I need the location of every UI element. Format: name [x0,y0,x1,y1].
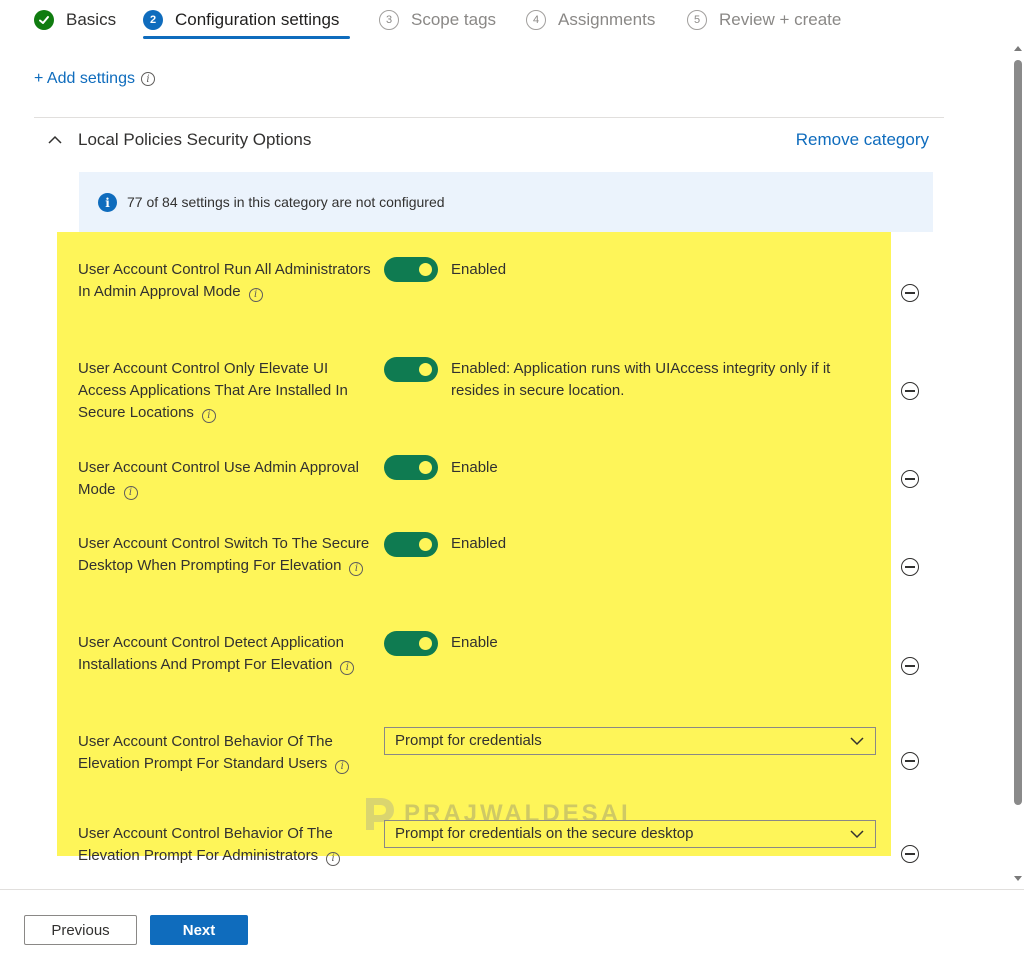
chevron-down-icon [850,830,864,839]
step-assignments[interactable]: 4 Assignments [526,7,655,33]
info-banner-text: 77 of 84 settings in this category are n… [127,194,445,210]
setting-label: User Account Control Run All Administrat… [78,261,371,302]
setting-toggle[interactable] [384,357,438,382]
step-label: Basics [66,10,117,29]
scroll-down-arrow-icon[interactable] [1013,875,1023,883]
remove-setting-icon[interactable] [901,752,919,770]
checkmark-icon [34,10,54,30]
info-icon[interactable]: i [140,72,155,86]
step-label: Configuration settings [175,10,340,29]
setting-label: User Account Control Switch To The Secur… [78,535,370,576]
remove-setting-icon[interactable] [901,845,919,863]
remove-setting-icon[interactable] [901,657,919,675]
step-number: 3 [379,10,399,30]
setting-toggle[interactable] [384,631,438,656]
setting-label: User Account Control Use Admin Approval … [78,459,359,500]
setting-label: User Account Control Only Elevate UI Acc… [78,360,348,423]
scroll-up-arrow-icon[interactable] [1013,44,1023,52]
setting-value: Enabled [451,261,507,278]
setting-value: Enable [451,634,498,651]
info-icon[interactable]: i [326,852,341,866]
setting-value: Enabled: Application runs with UIAccess … [451,360,831,399]
info-icon[interactable]: i [349,562,364,576]
info-icon[interactable]: i [340,661,355,675]
step-label: Review + create [719,10,842,29]
dropdown-value: Prompt for credentials on the secure des… [395,825,694,842]
next-button[interactable]: Next [150,915,248,945]
setting-toggle[interactable] [384,257,438,282]
step-label: Assignments [558,10,656,29]
remove-category-link[interactable]: Remove category [796,130,929,150]
step-number: 4 [526,10,546,30]
remove-setting-icon[interactable] [901,382,919,400]
setting-dropdown[interactable]: Prompt for credentials [384,727,876,755]
step-label: Scope tags [411,10,497,29]
setting-toggle[interactable] [384,455,438,480]
setting-toggle[interactable] [384,532,438,557]
info-icon[interactable]: i [335,760,350,774]
step-scope-tags[interactable]: 3 Scope tags [379,7,496,33]
active-step-indicator [143,36,350,39]
setting-label: User Account Control Detect Application … [78,632,378,676]
info-banner: i 77 of 84 settings in this category are… [79,172,933,232]
setting-value: Enable [451,459,498,476]
remove-setting-icon[interactable] [901,558,919,576]
dropdown-value: Prompt for credentials [395,732,542,749]
divider [34,117,944,118]
step-number: 5 [687,10,707,30]
info-icon[interactable]: i [123,486,138,500]
add-settings-link[interactable]: + Add settings [34,70,135,88]
category-title: Local Policies Security Options [78,130,312,149]
chevron-down-icon [850,737,864,746]
step-number: 2 [143,10,163,30]
setting-label: User Account Control Behavior Of The Ele… [78,731,378,775]
setting-label: User Account Control Behavior Of The Ele… [78,823,378,867]
step-review-create[interactable]: 5 Review + create [687,7,841,33]
info-filled-icon: i [98,193,117,212]
remove-setting-icon[interactable] [901,470,919,488]
setting-value: Enabled [451,535,507,552]
info-icon[interactable]: i [248,288,263,302]
info-icon[interactable]: i [201,409,216,423]
step-basics[interactable]: Basics [34,7,116,33]
previous-button[interactable]: Previous [24,915,137,945]
step-configuration-settings[interactable]: 2 Configuration settings [143,7,339,33]
setting-dropdown[interactable]: Prompt for credentials on the secure des… [384,820,876,848]
scrollbar-thumb[interactable] [1014,60,1022,805]
add-settings-container: + Add settings i [34,70,155,88]
remove-setting-icon[interactable] [901,284,919,302]
chevron-up-icon[interactable] [47,134,63,146]
footer-divider [0,889,1024,890]
